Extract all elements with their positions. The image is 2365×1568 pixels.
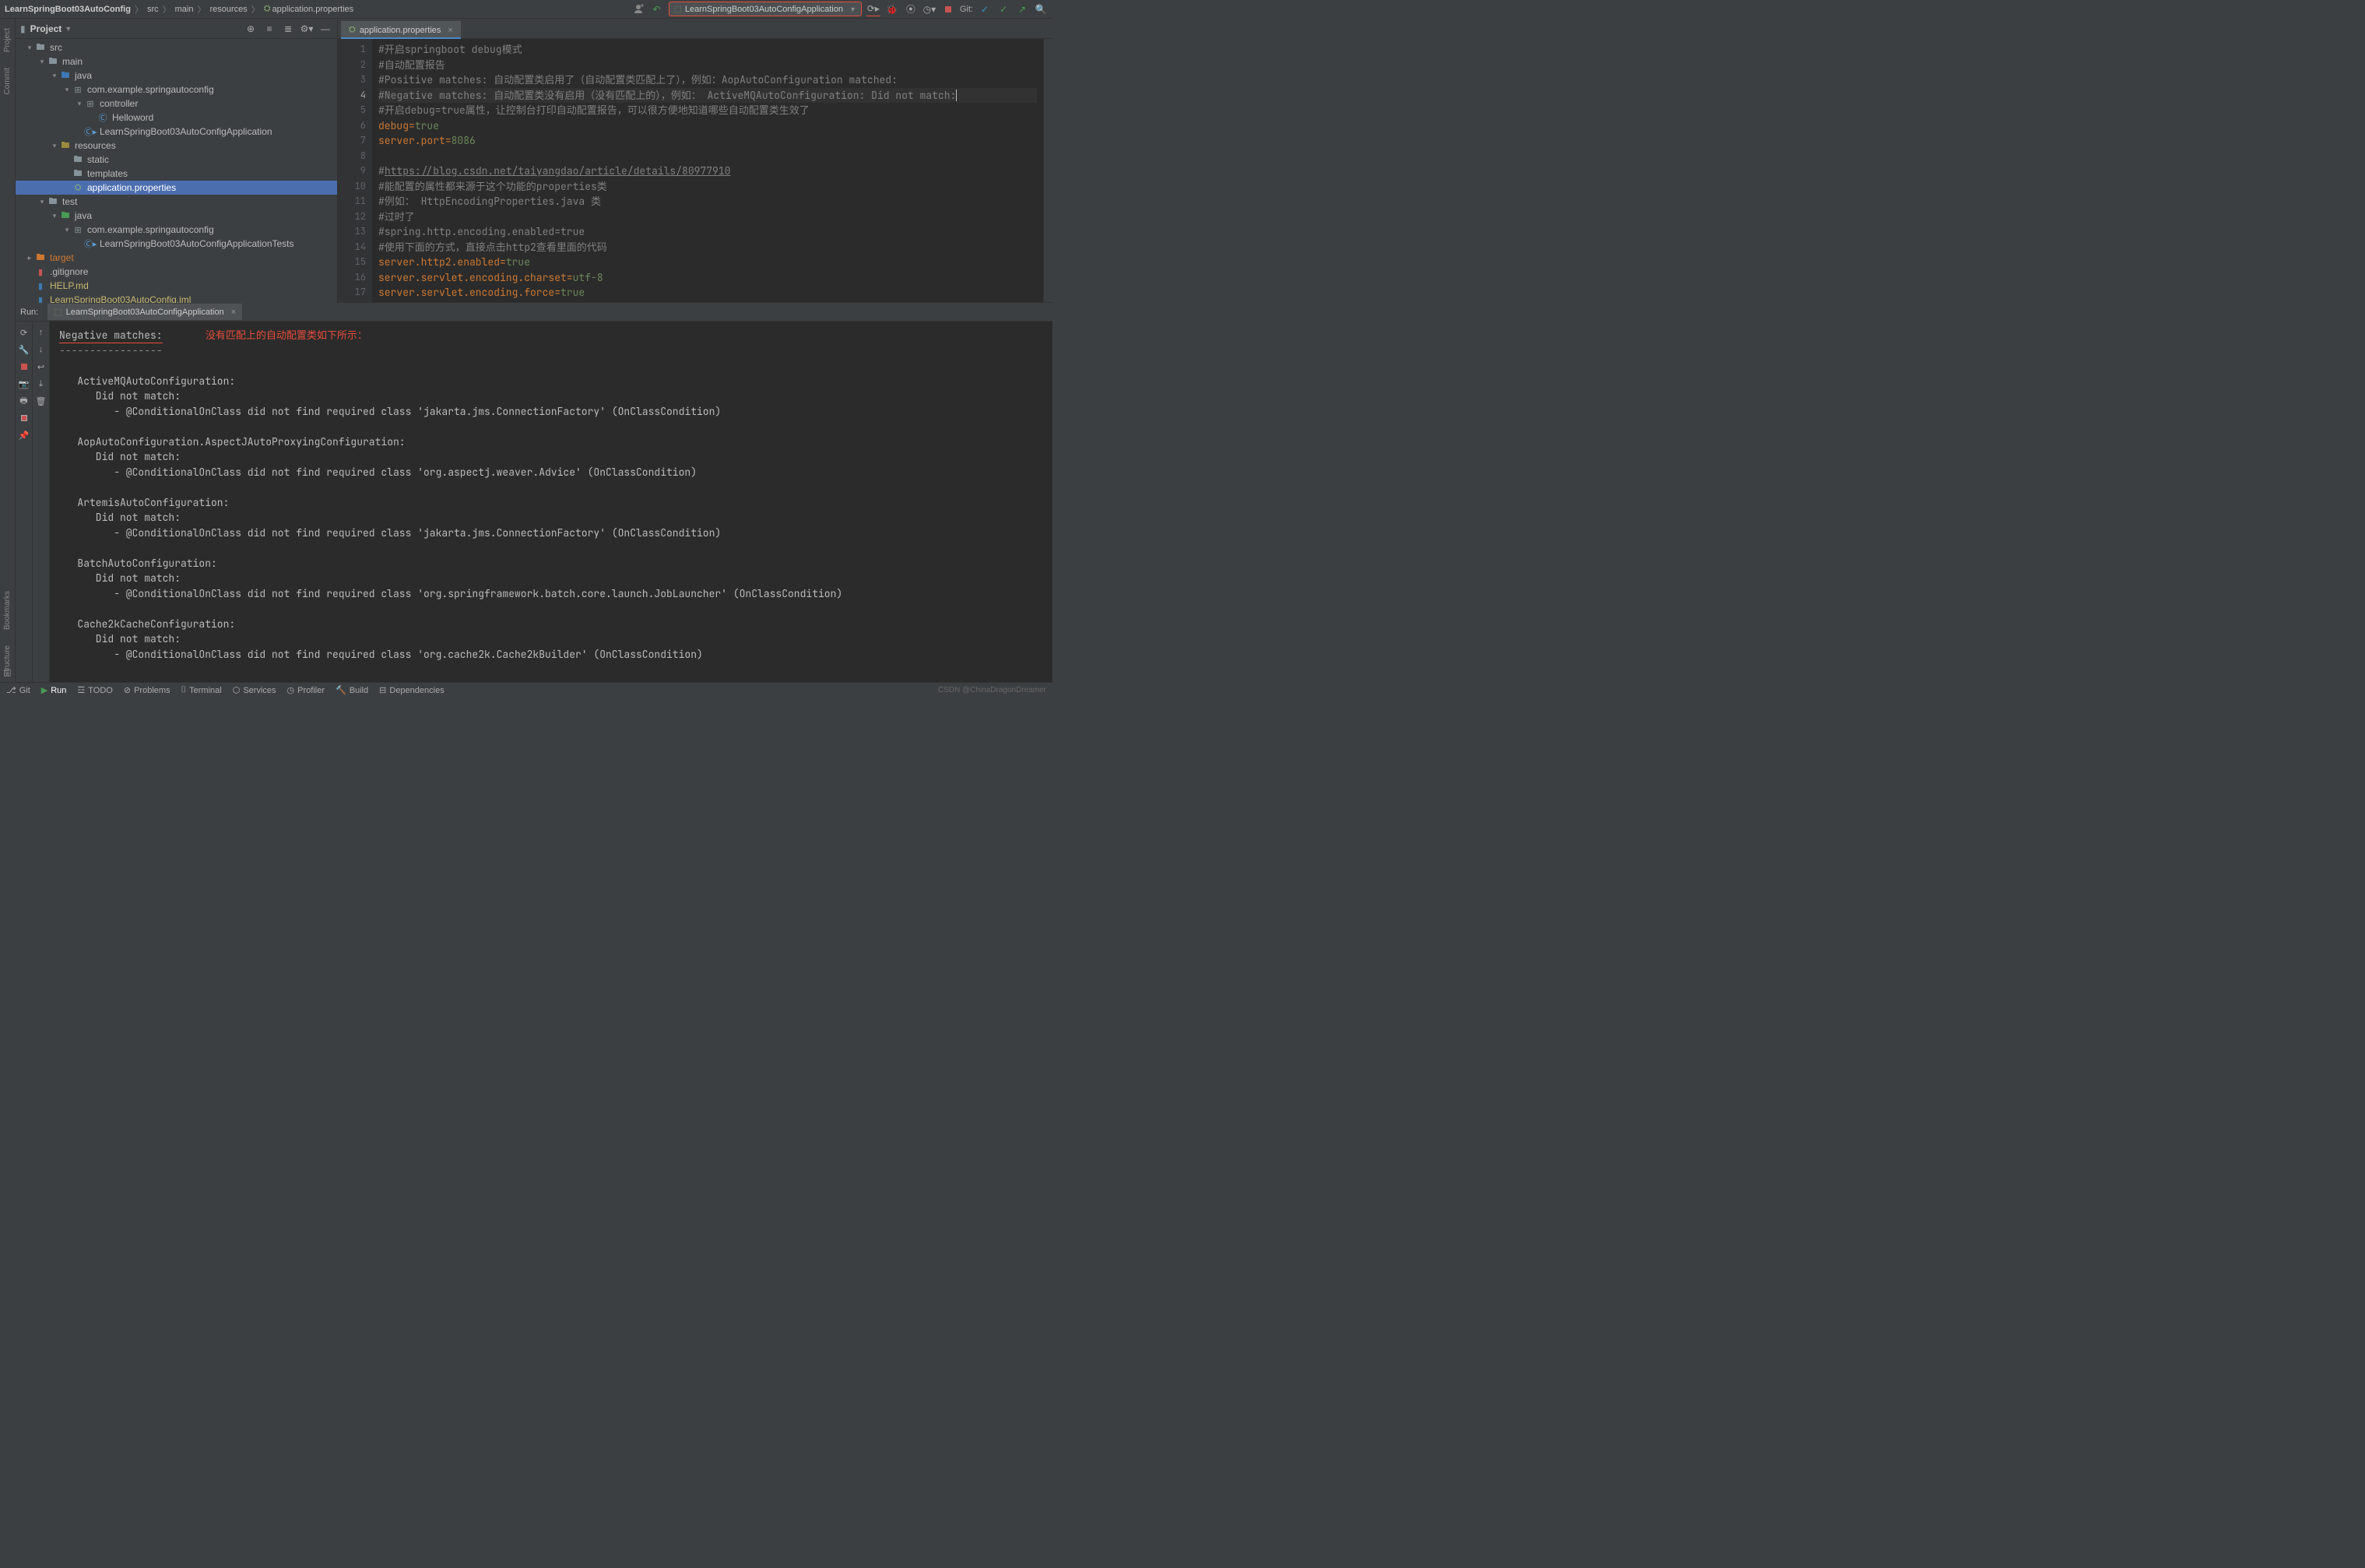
hide-icon[interactable]: — xyxy=(318,22,332,36)
bottom-tab-git[interactable]: ⎇Git xyxy=(6,685,30,695)
stop-icon[interactable] xyxy=(941,2,955,16)
run-panel-label: Run: xyxy=(20,308,38,317)
chevron-down-icon[interactable]: ▼ xyxy=(65,25,72,33)
editor-code-area[interactable]: #开启springboot debug模式#自动配置报告#Positive ma… xyxy=(372,39,1043,302)
tree-item[interactable]: ▾🖿src xyxy=(16,40,337,54)
tree-item[interactable]: ▾🖿java xyxy=(16,209,337,223)
collapse-all-icon[interactable]: ≣ xyxy=(281,22,295,36)
git-update-icon[interactable]: ✓ xyxy=(978,2,992,16)
chevron-down-icon: ▼ xyxy=(849,5,856,13)
clear-icon[interactable]: 🗑 xyxy=(35,395,47,407)
debug-icon[interactable]: 🐞 xyxy=(885,2,899,16)
up-icon[interactable]: ↑ xyxy=(35,326,47,339)
git-commit-icon[interactable]: ✓ xyxy=(996,2,1010,16)
editor-tab[interactable]: ⛭ application.properties × xyxy=(341,21,461,38)
bottom-tab-terminal[interactable]: ⌷Terminal xyxy=(181,685,222,695)
close-run-tab-icon[interactable]: × xyxy=(231,308,236,317)
breadcrumbs: LearnSpringBoot03AutoConfig 〉 src 〉 main… xyxy=(5,3,353,16)
folder-icon: ▮ xyxy=(20,23,26,34)
sidebar-tab-project[interactable]: Project xyxy=(2,23,13,57)
tree-item[interactable]: ▾🖿main xyxy=(16,54,337,69)
editor-tab-label: application.properties xyxy=(360,26,441,35)
left-tool-stripe: Project Commit Bookmarks Structure ◱ xyxy=(0,19,16,682)
spring-icon: ⬚ xyxy=(54,307,61,317)
tree-item[interactable]: ▾🖿test xyxy=(16,195,337,209)
run-icon[interactable]: ⟳▸ xyxy=(866,2,880,16)
back-icon[interactable]: ↶ xyxy=(650,2,664,16)
breadcrumb-part[interactable]: main xyxy=(175,5,194,14)
tree-item[interactable]: ⛭application.properties xyxy=(16,181,337,195)
tree-item[interactable]: 🖿templates xyxy=(16,167,337,181)
bottom-tab-build[interactable]: 🔨Build xyxy=(336,685,368,695)
close-tab-icon[interactable]: × xyxy=(448,26,452,35)
git-push-icon[interactable]: ↗ xyxy=(1015,2,1029,16)
add-config-icon[interactable] xyxy=(631,2,645,16)
project-panel-title: Project xyxy=(30,23,62,34)
editor-gutter[interactable]: 1234567891011121314151617 xyxy=(338,39,372,302)
tree-item[interactable]: ▮.gitignore xyxy=(16,265,337,279)
camera-icon[interactable]: 📷 xyxy=(18,378,30,390)
pin-icon[interactable]: 📌 xyxy=(18,429,30,441)
console-output[interactable]: Negative matches: 没有匹配上的自动配置类如下所示： -----… xyxy=(50,322,1052,682)
breadcrumb-part[interactable]: src xyxy=(147,5,159,14)
tree-item[interactable]: 🖿static xyxy=(16,153,337,167)
watermark: CSDN @ChinaDragonDreamer xyxy=(938,686,1046,694)
print-icon[interactable]: 🖶 xyxy=(18,395,30,407)
search-icon[interactable]: 🔍 xyxy=(1034,2,1048,16)
tree-item[interactable]: ▾⊞com.example.springautoconfig xyxy=(16,83,337,97)
scroll-to-end-icon[interactable]: ⤓ xyxy=(35,378,47,390)
tree-item[interactable]: ⒸHelloword xyxy=(16,111,337,125)
run-config-name: LearnSpringBoot03AutoConfigApplication xyxy=(685,5,843,14)
editor-error-stripe[interactable] xyxy=(1043,39,1052,302)
breadcrumb-project[interactable]: LearnSpringBoot03AutoConfig xyxy=(5,5,131,14)
bottom-tab-profiler[interactable]: ◷Profiler xyxy=(287,685,325,695)
editor-area: ⛭ application.properties × 1234567891011… xyxy=(338,19,1052,303)
settings-icon[interactable]: ⚙▾ xyxy=(300,22,314,36)
tool-window-icon[interactable]: ◱ xyxy=(3,667,11,677)
bottom-tab-dependencies[interactable]: ⊟Dependencies xyxy=(379,685,445,695)
git-label: Git: xyxy=(960,5,973,14)
run-tab-label: LearnSpringBoot03AutoConfigApplication xyxy=(66,308,224,317)
tree-item[interactable]: ▾⊞controller xyxy=(16,97,337,111)
tree-item[interactable]: Ⓒ▸LearnSpringBoot03AutoConfigApplication… xyxy=(16,237,337,251)
bottom-tab-todo[interactable]: ☲TODO xyxy=(77,685,112,695)
tree-item[interactable]: Ⓒ▸LearnSpringBoot03AutoConfigApplication xyxy=(16,125,337,139)
profile-icon[interactable]: ◷▾ xyxy=(922,2,937,16)
tree-item[interactable]: ▾🖿resources xyxy=(16,139,337,153)
project-tool-window: ▮ Project ▼ ⊕ ≡ ≣ ⚙▾ — ▾🖿src▾🖿main▾🖿java… xyxy=(16,19,338,303)
bottom-tab-problems[interactable]: ⊘Problems xyxy=(124,685,170,695)
coverage-icon[interactable]: ⦿ xyxy=(904,2,918,16)
tree-item[interactable]: ▮LearnSpringBoot03AutoConfig.iml xyxy=(16,293,337,303)
sidebar-tab-commit[interactable]: Commit xyxy=(2,63,13,99)
breadcrumb-part[interactable]: resources xyxy=(209,5,247,14)
tree-item[interactable]: ▾⊞com.example.springautoconfig xyxy=(16,223,337,237)
tree-item[interactable]: ▮HELP.md xyxy=(16,279,337,293)
exit-icon[interactable] xyxy=(18,412,30,424)
sidebar-tab-bookmarks[interactable]: Bookmarks xyxy=(2,586,13,635)
soft-wrap-icon[interactable]: ↩ xyxy=(35,360,47,373)
properties-file-icon: ⛭ xyxy=(349,25,356,35)
run-configuration-selector[interactable]: ⬚ LearnSpringBoot03AutoConfigApplication… xyxy=(669,2,862,16)
run-tab[interactable]: ⬚ LearnSpringBoot03AutoConfigApplication… xyxy=(47,304,242,320)
tree-item[interactable]: ▸🖿target xyxy=(16,251,337,265)
breadcrumb-file[interactable]: application.properties xyxy=(272,5,354,14)
run-tool-window: Run: ⬚ LearnSpringBoot03AutoConfigApplic… xyxy=(16,303,1052,682)
tree-item[interactable]: ▾🖿java xyxy=(16,69,337,83)
down-icon[interactable]: ↓ xyxy=(35,343,47,356)
project-tree[interactable]: ▾🖿src▾🖿main▾🖿java▾⊞com.example.springaut… xyxy=(16,39,337,303)
bottom-tab-run[interactable]: ▶Run xyxy=(41,685,67,695)
wrench-icon[interactable]: 🔧 xyxy=(18,343,30,356)
bottom-tool-bar: ⎇Git ▶Run ☲TODO ⊘Problems ⌷Terminal ⬡Ser… xyxy=(0,682,1052,698)
bottom-tab-services[interactable]: ⬡Services xyxy=(233,685,276,695)
expand-all-icon[interactable]: ≡ xyxy=(262,22,276,36)
stop-icon[interactable] xyxy=(18,360,30,373)
rerun-icon[interactable]: ⟳ xyxy=(18,326,30,339)
select-opened-file-icon[interactable]: ⊕ xyxy=(244,22,258,36)
